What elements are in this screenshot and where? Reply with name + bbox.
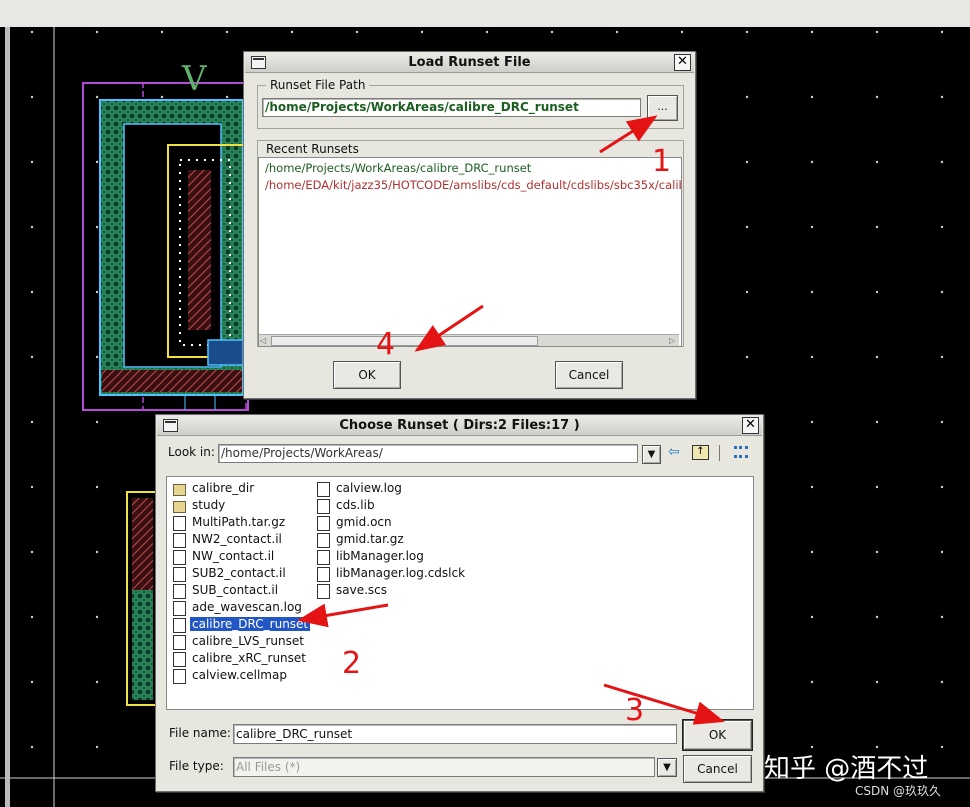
file-name-input[interactable]: calibre_DRC_runset [233,724,677,744]
annotation-number-1: 1 [652,144,672,179]
file-list-item-name: gmid.tar.gz [336,532,404,546]
annotation-number-2: 2 [342,646,362,681]
folder-icon [173,484,186,496]
file-list-item-name: SUB2_contact.il [192,566,286,580]
file-icon [173,584,186,599]
file-icon [173,652,186,667]
file-icon [173,601,186,616]
list-view-icon[interactable] [734,446,748,458]
file-icon [173,618,186,633]
recent-runsets-list[interactable]: /home/Projects/WorkAreas/calibre_DRC_run… [258,157,682,347]
file-list-item-name: NW2_contact.il [192,532,282,546]
close-icon[interactable]: ✕ [674,54,691,71]
watermark-csdn: CSDN @玖玖久 [855,784,942,798]
load-runset-titlebar[interactable]: Load Runset File ✕ [245,53,694,73]
runset-path-input[interactable]: /home/Projects/WorkAreas/calibre_DRC_run… [262,98,641,117]
file-list-item-name: ade_wavescan.log [192,600,302,614]
file-icon [173,516,186,531]
file-list-item-name: calibre_DRC_runset [188,616,312,632]
choose-cancel-button[interactable]: Cancel [683,755,752,783]
runset-path-group-label: Runset File Path [266,78,370,92]
file-icon [317,550,330,565]
file-list-item-name: cds.lib [336,498,375,512]
file-list-item-name: calview.cellmap [192,668,287,682]
file-list-item-name: libManager.log.cdslck [336,566,466,580]
browse-button[interactable]: ... [647,95,678,121]
file-list-item-name: calibre_xRC_runset [192,651,306,665]
file-icon [317,516,330,531]
load-runset-dialog: Load Runset File ✕ Runset File Path /hom… [243,51,696,399]
choose-runset-titlebar[interactable]: Choose Runset ( Dirs:2 Files:17 ) ✕ [157,416,762,436]
annotation-number-4: 4 [376,327,396,362]
file-icon [173,550,186,565]
file-icon [173,533,186,548]
file-type-label: File type: [169,759,224,773]
file-list-item-name: gmid.ocn [336,515,392,529]
load-cancel-button[interactable]: Cancel [555,361,623,389]
file-list-item-name: calview.log [336,481,402,495]
annotation-number-3: 3 [625,693,645,728]
file-list-item-name: libManager.log [336,549,424,563]
close-icon[interactable]: ✕ [742,417,759,434]
file-name-label: File name: [169,726,231,740]
file-type-chevron-down-icon[interactable]: ▼ [657,758,677,777]
file-icon [173,669,186,684]
choose-runset-title: Choose Runset ( Dirs:2 Files:17 ) [339,418,580,433]
file-list-item-name: NW_contact.il [192,549,275,563]
file-icon [173,567,186,582]
scrollbar-thumb[interactable] [271,336,538,346]
scroll-right-icon[interactable]: ▷ [669,336,678,345]
back-arrow-icon[interactable]: ⇦ [668,444,684,460]
file-list-item-name: study [192,498,226,512]
file-list[interactable]: calibre_dirstudy MultiPath.tar.gz NW2_cont… [166,476,754,710]
file-list-item-name: SUB_contact.il [192,583,279,597]
choose-runset-dialog: Choose Runset ( Dirs:2 Files:17 ) ✕ Look… [155,414,764,792]
separator [719,445,720,461]
recent-runsets-label: Recent Runsets [266,142,359,156]
recent-runset-item[interactable]: /home/Projects/WorkAreas/calibre_DRC_run… [265,161,531,175]
chevron-down-icon[interactable]: ▼ [642,445,661,464]
svg-text:V: V [181,59,208,99]
file-list-item-name: MultiPath.tar.gz [192,515,286,529]
file-icon [173,635,186,650]
file-icon [317,499,330,514]
load-ok-button[interactable]: OK [333,361,401,389]
watermark-zhihu: 知乎 @酒不过 [764,754,929,784]
look-in-combo[interactable]: /home/Projects/WorkAreas/ [218,444,638,463]
file-type-combo[interactable]: All Files (*) [233,757,655,777]
file-list-item-name: calibre_dir [192,481,255,495]
file-list-item-name: calibre_LVS_runset [192,634,304,648]
file-list-item-name: save.scs [336,583,388,597]
file-icon [317,584,330,599]
file-icon [317,533,330,548]
horizontal-scrollbar[interactable]: ◁ ▷ [259,334,679,346]
recent-runset-item[interactable]: /home/EDA/kit/jazz35/HOTCODE/amslibs/cds… [265,178,681,192]
look-in-label: Look in: [168,445,215,459]
choose-ok-button[interactable]: OK [682,719,753,751]
load-runset-title: Load Runset File [408,55,531,70]
folder-icon [173,501,186,513]
file-icon [317,567,330,582]
parent-folder-icon[interactable]: ↑ [692,445,709,460]
scroll-left-icon[interactable]: ◁ [260,336,269,345]
file-icon [317,482,330,497]
